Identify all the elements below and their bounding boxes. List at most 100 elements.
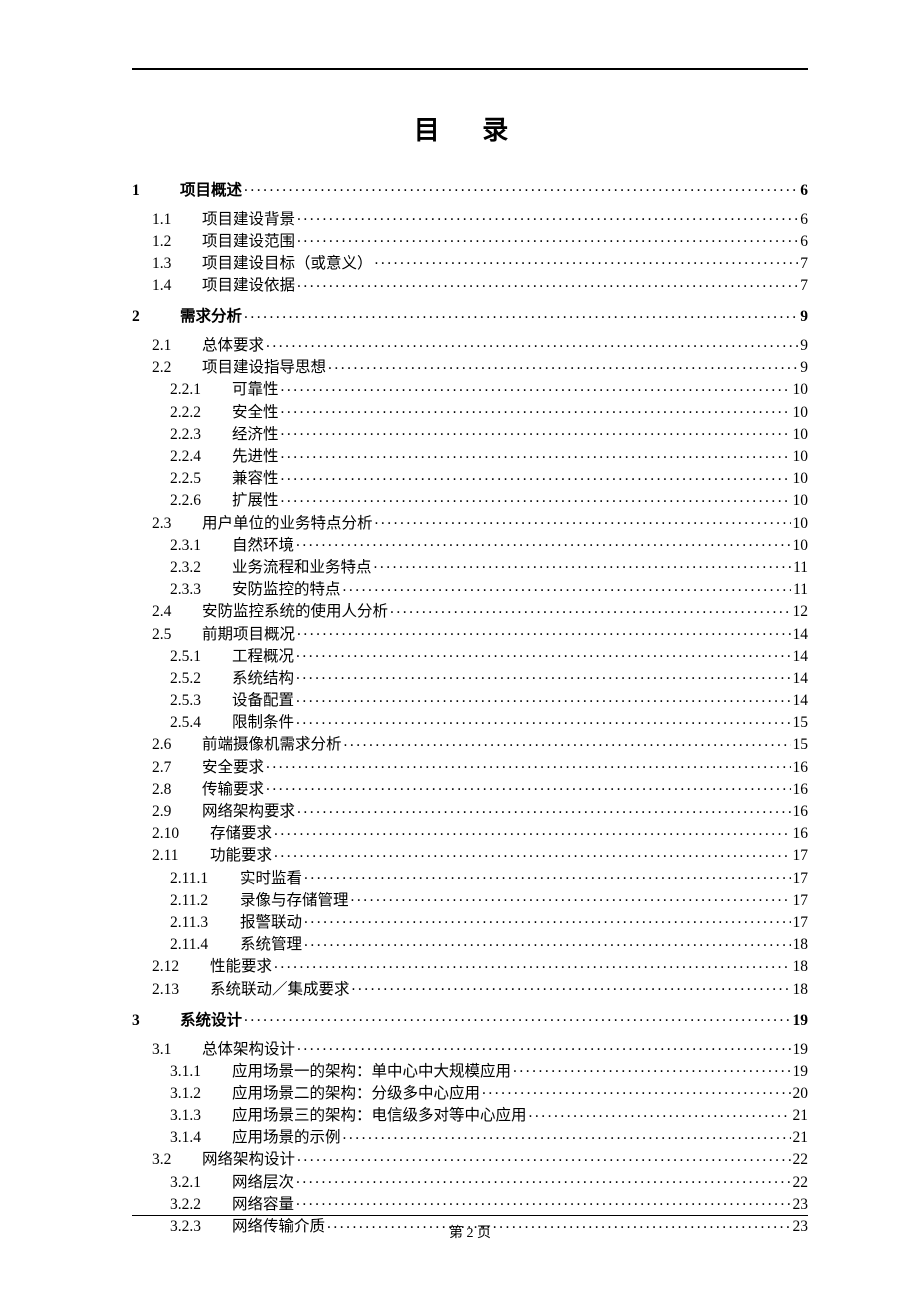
toc-entry-number: 3.2.1: [170, 1175, 232, 1191]
toc-entry[interactable]: 2.3用户单位的业务特点分析10: [152, 512, 808, 531]
toc-entry-page: 19: [793, 1064, 809, 1080]
toc-entry-number: 2.13: [152, 982, 210, 998]
toc-entry[interactable]: 1项目概述6: [132, 179, 808, 198]
toc-dot-leader: [244, 1009, 790, 1025]
toc-entry-page: 9: [800, 338, 808, 354]
toc-entry-page: 10: [793, 405, 809, 421]
toc-entry[interactable]: 2.2.1可靠性10: [170, 379, 808, 398]
toc-title: 目 录: [132, 110, 808, 147]
toc-entry[interactable]: 1.2项目建设范围6: [152, 230, 808, 249]
toc-entry-page: 21: [793, 1108, 809, 1124]
toc-entry-title: 网络架构设计: [202, 1152, 295, 1168]
toc-entry[interactable]: 1.3项目建设目标（或意义）7: [152, 252, 808, 271]
toc-dot-leader: [281, 490, 791, 506]
toc-entry[interactable]: 3.2网络架构设计22: [152, 1149, 808, 1168]
toc-dot-leader: [297, 275, 798, 291]
toc-entry-page: 10: [793, 382, 809, 398]
toc-entry[interactable]: 2.2.5兼容性10: [170, 468, 808, 487]
toc-entry-title: 兼容性: [232, 471, 279, 487]
toc-entry-number: 3.1.3: [170, 1108, 232, 1124]
toc-entry[interactable]: 2.3.1自然环境10: [170, 534, 808, 553]
toc-entry[interactable]: 3.1总体架构设计19: [152, 1038, 808, 1057]
toc-entry-page: 9: [800, 360, 808, 376]
toc-entry[interactable]: 2.7安全要求16: [152, 756, 808, 775]
toc-entry[interactable]: 2.5前期项目概况14: [152, 623, 808, 642]
toc-entry[interactable]: 2.9网络架构要求16: [152, 801, 808, 820]
toc-entry-number: 2.5.4: [170, 715, 232, 731]
toc-entry[interactable]: 2.5.1工程概况14: [170, 645, 808, 664]
toc-entry[interactable]: 1.1项目建设背景6: [152, 208, 808, 227]
toc-entry[interactable]: 3.2.2网络容量23: [170, 1193, 808, 1212]
toc-entry[interactable]: 3.1.3应用场景三的架构：电信级多对等中心应用21: [170, 1105, 808, 1124]
toc-entry[interactable]: 2.5.4限制条件15: [170, 712, 808, 731]
toc-entry[interactable]: 2.2.6扩展性10: [170, 490, 808, 509]
toc-entry-page: 12: [793, 604, 809, 620]
toc-entry-title: 扩展性: [232, 493, 279, 509]
toc-dot-leader: [296, 712, 790, 728]
toc-dot-leader: [266, 778, 790, 794]
toc-entry[interactable]: 3系统设计19: [132, 1009, 808, 1028]
toc-entry-number: 1.2: [152, 234, 202, 250]
toc-entry[interactable]: 2.11.4系统管理18: [170, 934, 808, 953]
toc-entry-number: 2.6: [152, 737, 202, 753]
toc-entry[interactable]: 2.11功能要求17: [152, 845, 808, 864]
toc-dot-leader: [529, 1105, 791, 1121]
toc-entry[interactable]: 3.1.2应用场景二的架构：分级多中心应用20: [170, 1082, 808, 1101]
toc-entry[interactable]: 2.2.4先进性10: [170, 446, 808, 465]
toc-entry[interactable]: 2.11.3报警联动17: [170, 911, 808, 930]
toc-entry[interactable]: 2.2项目建设指导思想9: [152, 357, 808, 376]
toc-entry-number: 2.5.1: [170, 649, 232, 665]
toc-entry-number: 2.5.3: [170, 693, 232, 709]
toc-entry[interactable]: 3.1.1应用场景一的架构：单中心中大规模应用19: [170, 1060, 808, 1079]
toc-entry-number: 2.2.5: [170, 471, 232, 487]
toc-entry-title: 安全性: [232, 405, 279, 421]
toc-entry[interactable]: 2.6前端摄像机需求分析15: [152, 734, 808, 753]
toc-entry[interactable]: 2.10存储要求16: [152, 823, 808, 842]
toc-entry-title: 安防监控系统的使用人分析: [202, 604, 388, 620]
toc-entry-number: 3.1.4: [170, 1130, 232, 1146]
toc-entry[interactable]: 3.2.1网络层次22: [170, 1171, 808, 1190]
toc-entry-number: 3.2: [152, 1152, 202, 1168]
toc-entry-title: 总体要求: [202, 338, 264, 354]
footer-rule: [132, 1215, 808, 1216]
toc-dot-leader: [352, 978, 791, 994]
toc-entry[interactable]: 2.11.1实时监看17: [170, 867, 808, 886]
toc-entry[interactable]: 2.3.3安防监控的特点11: [170, 579, 808, 598]
toc-entry[interactable]: 2.13系统联动／集成要求18: [152, 978, 808, 997]
toc-entry-page: 6: [800, 234, 808, 250]
toc-entry-number: 2.3.2: [170, 560, 232, 576]
toc-entry-number: 1.1: [152, 212, 202, 228]
toc-entry-page: 22: [793, 1175, 809, 1191]
toc-dot-leader: [281, 401, 791, 417]
toc-dot-leader: [244, 179, 798, 195]
toc-entry[interactable]: 2.11.2录像与存储管理17: [170, 889, 808, 908]
toc-entry[interactable]: 2.2.3经济性10: [170, 423, 808, 442]
toc-entry-title: 实时监看: [240, 871, 302, 887]
toc-entry[interactable]: 2.5.3设备配置14: [170, 690, 808, 709]
toc-entry-page: 7: [800, 278, 808, 294]
toc-entry-page: 10: [793, 449, 809, 465]
toc-entry[interactable]: 2.2.2安全性 10: [170, 401, 808, 420]
toc-entry-number: 3.2.2: [170, 1197, 232, 1213]
toc-dot-leader: [296, 534, 790, 550]
toc-entry[interactable]: 3.1.4应用场景的示例21: [170, 1127, 808, 1146]
toc-dot-leader: [343, 1127, 791, 1143]
toc-entry-page: 10: [793, 538, 809, 554]
footer-page-number: 2: [467, 1226, 474, 1241]
toc-entry[interactable]: 2.12性能要求18: [152, 956, 808, 975]
toc-entry[interactable]: 2.4安防监控系统的使用人分析12: [152, 601, 808, 620]
toc-entry-number: 2.2: [152, 360, 202, 376]
toc-dot-leader: [304, 934, 790, 950]
toc-entry-title: 先进性: [232, 449, 279, 465]
toc-entry[interactable]: 2.8传输要求16: [152, 778, 808, 797]
toc-entry-number: 2.9: [152, 804, 202, 820]
toc-entry[interactable]: 2.5.2系统结构14: [170, 667, 808, 686]
toc-entry[interactable]: 2.1总体要求9: [152, 335, 808, 354]
toc-entry[interactable]: 2.3.2业务流程和业务特点11: [170, 556, 808, 575]
toc-entry[interactable]: 1.4项目建设依据7: [152, 275, 808, 294]
toc-entry[interactable]: 2需求分析9: [132, 306, 808, 325]
toc-entry-page: 20: [793, 1086, 809, 1102]
toc-entry-number: 2.2.2: [170, 405, 232, 421]
toc-entry-title: 业务流程和业务特点: [232, 560, 372, 576]
footer-prefix: 第: [449, 1226, 467, 1241]
